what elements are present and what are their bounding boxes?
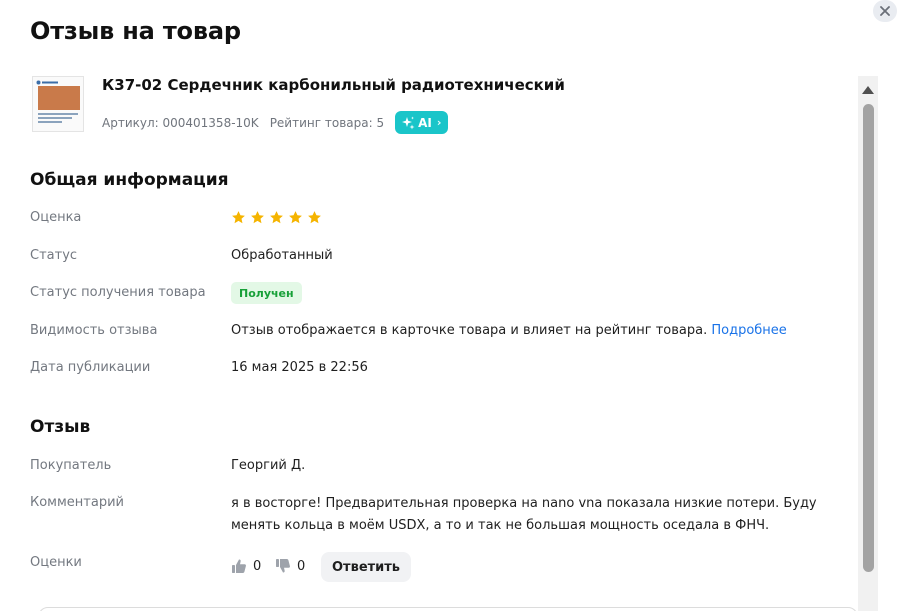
thumb-up-icon — [232, 559, 246, 573]
star-icon — [232, 211, 245, 224]
star-icon — [289, 211, 302, 224]
product-image[interactable] — [32, 76, 84, 132]
ai-button[interactable]: AI › — [395, 111, 449, 134]
publish-date-label: Дата публикации — [30, 360, 151, 375]
star-icon — [308, 211, 321, 224]
receipt-status-label: Статус получения товара — [30, 285, 206, 300]
thumb-down-icon — [276, 559, 290, 573]
rating-stars — [231, 210, 322, 225]
product-meta: Артикул: 000401358-10K Рейтинг товара: 5… — [102, 111, 449, 134]
scrollbar-thumb[interactable] — [863, 104, 874, 572]
close-button[interactable] — [873, 0, 897, 22]
status-value: Обработанный — [231, 248, 333, 263]
star-icon — [251, 211, 264, 224]
buyer-label: Покупатель — [30, 458, 112, 473]
reply-button[interactable]: Ответить — [321, 552, 412, 582]
more-info-link[interactable]: Подробнее — [711, 323, 786, 338]
thumb-photo — [38, 86, 80, 110]
thumb-text-line — [38, 117, 72, 119]
comment-text: я в восторге! Предварительная проверка н… — [231, 496, 817, 533]
general-section-title: Общая информация — [30, 170, 229, 190]
scroll-up-arrow-icon[interactable] — [862, 86, 874, 94]
thumb-text-line — [38, 113, 78, 115]
dislike-count: 0 — [297, 558, 306, 574]
product-name[interactable]: К37-02 Сердечник карбонильный радиотехни… — [102, 76, 565, 94]
reply-card-edge — [38, 607, 858, 611]
thumb-logo — [36, 80, 58, 85]
modal-title: Отзыв на товар — [30, 17, 241, 45]
star-icon — [270, 211, 283, 224]
chevron-right-icon: › — [436, 116, 442, 129]
publish-date-value: 16 мая 2025 в 22:56 — [231, 360, 368, 375]
like-count: 0 — [253, 558, 262, 574]
visibility-label: Видимость отзыва — [30, 323, 158, 338]
thumb-text-line — [38, 121, 62, 123]
sparkle-icon — [402, 116, 415, 129]
buyer-value: Георгий Д. — [231, 458, 306, 473]
product-rating: Рейтинг товара: 5 — [269, 115, 385, 130]
like-button[interactable]: 0 — [231, 558, 261, 574]
comment-label: Комментарий — [30, 495, 124, 510]
votes-label: Оценки — [30, 555, 82, 570]
receipt-status-badge: Получен — [231, 282, 302, 304]
visibility-value: Отзыв отображается в карточке товара и в… — [231, 323, 787, 338]
dislike-button[interactable]: 0 — [275, 558, 305, 574]
ai-label: AI — [418, 115, 432, 130]
close-icon — [880, 6, 890, 16]
status-label: Статус — [30, 248, 78, 263]
product-article: Артикул: 000401358-10K — [102, 115, 259, 130]
review-section-title: Отзыв — [30, 417, 91, 437]
visibility-text: Отзыв отображается в карточке товара и в… — [231, 323, 708, 338]
rating-label: Оценка — [30, 210, 82, 225]
